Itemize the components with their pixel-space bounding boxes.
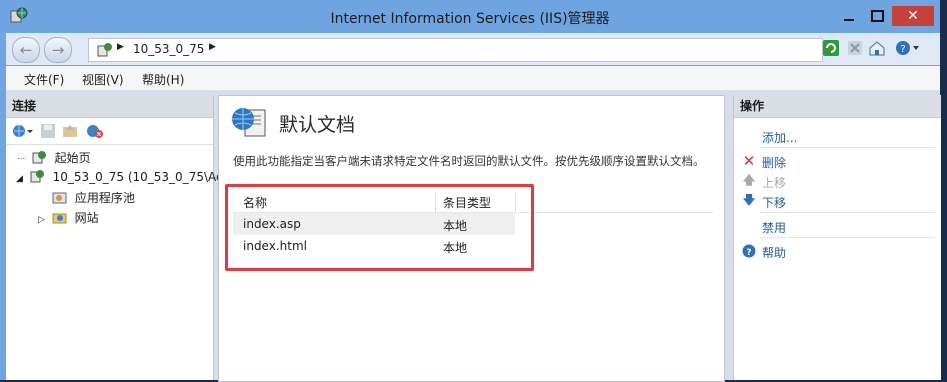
move-up-icon: 🡅: [742, 172, 756, 187]
address-bar: ← → ▶ 10_53_0_75 ▶ ?: [6, 33, 940, 65]
forward-arrow-icon: →: [51, 41, 65, 59]
actions-pane: 操作 添加... ✕ 删除 🡅 上移 🡇 下移 禁用 ? 帮助: [733, 95, 941, 380]
actions-header: 操作: [734, 95, 941, 118]
title-bar: Internet Information Services (IIS)管理器 ✕: [0, 0, 940, 32]
move-down-icon: 🡇: [742, 192, 756, 207]
connect-globe-icon[interactable]: [12, 123, 34, 142]
help-icon: ?: [742, 244, 756, 258]
connections-pane: 连接 起始页 ◢ 10_53_0_75 (10_53_0_75\Ac 应用程序池…: [6, 95, 223, 380]
move-up-action: 上移: [762, 176, 787, 190]
connections-toolbar: [6, 118, 213, 145]
delete-icon: ✕: [742, 152, 756, 170]
content-area: 连接 起始页 ◢ 10_53_0_75 (10_53_0_75\Ac 应用程序池…: [6, 91, 941, 382]
feature-pane: 默认文档 使用此功能指定当客户端未请求特定文件名时返回的默认文件。按优先级顺序设…: [218, 95, 725, 382]
address-field[interactable]: ▶ 10_53_0_75 ▶: [88, 38, 823, 62]
breadcrumb-server[interactable]: 10_53_0_75: [133, 42, 204, 56]
stop-icon[interactable]: [846, 39, 864, 57]
save-icon[interactable]: [40, 123, 56, 142]
tree-item-label: 网站: [74, 211, 99, 225]
svg-text:?: ?: [900, 44, 905, 55]
up-level-icon[interactable]: [62, 123, 78, 142]
menu-view[interactable]: 视图(V): [82, 71, 124, 88]
tree-item-app-pools[interactable]: 应用程序池: [52, 189, 135, 206]
tree-item-label: 应用程序池: [74, 191, 135, 205]
page-title: 默认文档: [279, 114, 356, 136]
collapse-arrow-icon[interactable]: ◢: [16, 174, 23, 184]
disconnect-icon[interactable]: [86, 123, 104, 142]
back-button[interactable]: ←: [12, 37, 40, 63]
start-page-icon: [32, 150, 47, 165]
tree-item-start-page[interactable]: 起始页: [18, 149, 91, 166]
tree-item-sites[interactable]: ▷ 网站: [38, 209, 99, 226]
svg-text:?: ?: [746, 248, 751, 258]
server-icon: [97, 42, 113, 58]
forward-button[interactable]: →: [44, 37, 72, 63]
disable-action[interactable]: 禁用: [762, 219, 786, 236]
expand-arrow-icon[interactable]: ▷: [38, 215, 45, 225]
maximize-button[interactable]: [864, 6, 890, 26]
actions-divider: [760, 237, 935, 238]
iis-manager-window: Internet Information Services (IIS)管理器 ✕…: [0, 0, 941, 382]
menu-file[interactable]: 文件(F): [24, 71, 64, 88]
breadcrumb-arrow-icon[interactable]: ▶: [209, 42, 216, 52]
delete-action[interactable]: 删除: [762, 154, 786, 171]
add-action[interactable]: 添加...: [762, 129, 797, 146]
window-title: Internet Information Services (IIS)管理器: [330, 11, 610, 27]
tree-item-label: 起始页: [54, 151, 91, 165]
actions-divider: [760, 212, 935, 213]
menu-help[interactable]: 帮助(H): [142, 71, 184, 88]
default-document-icon: [231, 106, 267, 141]
actions-divider: [760, 147, 935, 148]
menu-bar: 文件(F) 视图(V) 帮助(H): [6, 66, 940, 91]
refresh-icon[interactable]: [822, 39, 840, 57]
help-dropdown-icon[interactable]: ?: [894, 39, 922, 57]
move-down-action[interactable]: 下移: [762, 194, 786, 211]
close-button[interactable]: ✕: [892, 6, 934, 26]
sites-folder-icon: [52, 210, 67, 225]
tree-item-label: 10_53_0_75 (10_53_0_75\Ac: [52, 170, 223, 184]
highlight-box: [225, 184, 534, 271]
connections-header: 连接: [6, 95, 213, 118]
tree-item-server[interactable]: ◢ 10_53_0_75 (10_53_0_75\Ac: [16, 169, 223, 184]
back-arrow-icon: ←: [19, 41, 33, 59]
minimize-button[interactable]: [836, 6, 862, 26]
feature-description: 使用此功能指定当客户端未请求特定文件名时返回的默认文件。按优先级顺序设置默认文档…: [233, 154, 705, 168]
app-pool-icon: [52, 190, 67, 205]
help-action[interactable]: 帮助: [762, 244, 786, 261]
server-icon: [30, 169, 45, 184]
home-icon[interactable]: [868, 39, 886, 57]
breadcrumb-arrow-icon: ▶: [117, 42, 124, 52]
